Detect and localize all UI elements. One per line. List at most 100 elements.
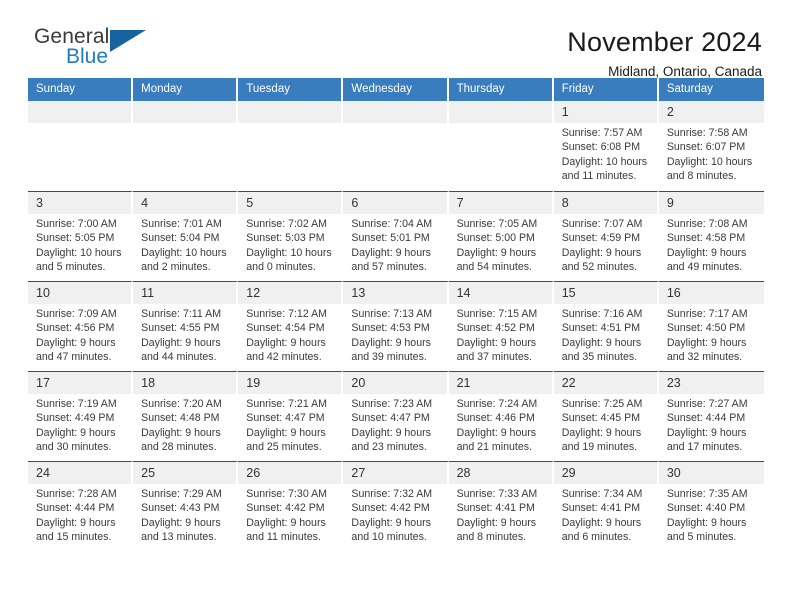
calendar-day-cell[interactable]: 10 Sunrise: 7:09 AM Sunset: 4:56 PM Dayligh… [28,281,134,371]
calendar-day-cell[interactable]: 5 Sunrise: 7:02 AM Sunset: 5:03 PM Daylight… [238,191,344,281]
detail-daylight-line2: and 42 minutes. [246,351,322,364]
calendar-day-cell[interactable]: 23 Sunrise: 7:27 AM Sunset: 4:44 PM Dayligh… [658,371,764,461]
day-number: 21 [448,372,552,394]
day-number: 27 [343,462,447,484]
detail-sunrise: Sunrise: 7:33 AM [456,488,538,500]
day-details: Sunrise: 7:04 AM Sunset: 5:01 PM Daylight:… [343,214,446,275]
detail-sunrise: Sunrise: 7:17 AM [666,308,748,320]
day-number: 29 [553,462,657,484]
day-cell-inner: 30 Sunrise: 7:35 AM Sunset: 4:40 PM Dayligh… [658,462,764,551]
detail-sunset: Sunset: 4:55 PM [141,322,220,335]
detail-daylight-line2: and 23 minutes. [351,441,427,454]
calendar-day-cell[interactable]: 3 Sunrise: 7:00 AM Sunset: 5:05 PM Daylight… [28,191,134,281]
calendar-day-cell[interactable]: 17 Sunrise: 7:19 AM Sunset: 4:49 PM Dayligh… [28,371,134,461]
day-cell-inner: 19 Sunrise: 7:21 AM Sunset: 4:47 PM Dayligh… [238,372,342,461]
calendar-day-cell[interactable]: 26 Sunrise: 7:30 AM Sunset: 4:42 PM Dayligh… [238,461,344,551]
calendar-day-cell[interactable]: 12 Sunrise: 7:12 AM Sunset: 4:54 PM Dayligh… [238,281,344,371]
detail-daylight-line2: and 32 minutes. [666,351,743,364]
day-cell-inner: 28 Sunrise: 7:33 AM Sunset: 4:41 PM Dayligh… [448,462,552,551]
calendar-day-cell[interactable]: 16 Sunrise: 7:17 AM Sunset: 4:50 PM Dayligh… [658,281,764,371]
detail-daylight-line1: Daylight: 10 hours [561,155,648,168]
detail-sunset: Sunset: 5:04 PM [141,232,220,245]
detail-sunrise: Sunrise: 7:11 AM [141,308,222,320]
calendar-day-cell[interactable]: 7 Sunrise: 7:05 AM Sunset: 5:00 PM Daylight… [448,191,554,281]
brand-logo[interactable]: General Blue [28,26,178,78]
weekday-wednesday: Wednesday [343,78,449,101]
calendar-day-cell[interactable]: 13 Sunrise: 7:13 AM Sunset: 4:53 PM Dayligh… [343,281,449,371]
detail-daylight-line1: Daylight: 9 hours [141,426,221,439]
calendar-day-cell[interactable]: 18 Sunrise: 7:20 AM Sunset: 4:48 PM Dayligh… [133,371,239,461]
detail-sunrise: Sunrise: 7:12 AM [246,308,327,320]
day-number: 12 [238,282,342,304]
day-details: Sunrise: 7:13 AM Sunset: 4:53 PM Daylight:… [343,304,446,365]
calendar-day-cell[interactable]: 21 Sunrise: 7:24 AM Sunset: 4:46 PM Dayligh… [448,371,554,461]
detail-sunset: Sunset: 4:53 PM [351,322,430,335]
calendar-day-cell[interactable]: 15 Sunrise: 7:16 AM Sunset: 4:51 PM Dayligh… [553,281,659,371]
title-block: November 2024 Midland, Ontario, Canada [567,26,764,82]
detail-sunrise: Sunrise: 7:15 AM [456,308,538,320]
day-details: Sunrise: 7:05 AM Sunset: 5:00 PM Daylight:… [449,214,552,275]
detail-sunset: Sunset: 4:44 PM [666,412,746,425]
calendar-day-cell[interactable]: 2 Sunrise: 7:58 AM Sunset: 6:07 PM Daylight… [658,101,764,191]
calendar-day-cell[interactable]: 19 Sunrise: 7:21 AM Sunset: 4:47 PM Dayligh… [238,371,344,461]
day-details: Sunrise: 7:02 AM Sunset: 5:03 PM Daylight:… [238,214,341,275]
detail-daylight-line2: and 2 minutes. [141,261,211,274]
detail-sunrise: Sunrise: 7:27 AM [666,398,748,410]
detail-sunset: Sunset: 5:05 PM [36,232,115,245]
calendar-day-cell[interactable]: 9 Sunrise: 7:08 AM Sunset: 4:58 PM Daylight… [658,191,764,281]
day-cell-inner: 22 Sunrise: 7:25 AM Sunset: 4:45 PM Dayligh… [553,372,657,461]
detail-daylight-line2: and 44 minutes. [141,351,217,364]
page-header: General Blue November 2024 Midland, Onta… [28,0,764,80]
day-cell-inner: 2 Sunrise: 7:58 AM Sunset: 6:07 PM Daylight… [658,101,764,191]
calendar-day-cell[interactable]: 22 Sunrise: 7:25 AM Sunset: 4:45 PM Dayligh… [553,371,659,461]
detail-daylight-line1: Daylight: 9 hours [456,516,537,529]
detail-sunset: Sunset: 4:47 PM [246,412,325,425]
detail-daylight-line1: Daylight: 9 hours [246,336,326,349]
day-details: Sunrise: 7:08 AM Sunset: 4:58 PM Daylight:… [659,214,764,275]
detail-daylight-line2: and 47 minutes. [36,351,112,364]
detail-sunset: Sunset: 4:52 PM [456,322,535,335]
detail-sunset: Sunset: 4:54 PM [246,322,325,335]
detail-daylight-line1: Daylight: 9 hours [561,426,642,439]
day-number [28,101,132,123]
detail-daylight-line2: and 21 minutes. [456,441,532,454]
day-details: Sunrise: 7:57 AM Sunset: 6:08 PM Daylight:… [554,123,657,184]
day-details: Sunrise: 7:34 AM Sunset: 4:41 PM Daylight:… [554,484,657,545]
detail-daylight-line2: and 30 minutes. [36,441,112,454]
calendar-day-cell[interactable]: 20 Sunrise: 7:23 AM Sunset: 4:47 PM Dayligh… [343,371,449,461]
day-details: Sunrise: 7:20 AM Sunset: 4:48 PM Daylight:… [133,394,236,455]
calendar-day-cell[interactable]: 8 Sunrise: 7:07 AM Sunset: 4:59 PM Daylight… [553,191,659,281]
day-number: 26 [238,462,342,484]
calendar-day-cell[interactable]: 14 Sunrise: 7:15 AM Sunset: 4:52 PM Dayligh… [448,281,554,371]
day-number: 28 [448,462,552,484]
day-number: 11 [133,282,237,304]
detail-daylight-line2: and 5 minutes. [36,261,106,274]
detail-sunrise: Sunrise: 7:02 AM [246,218,327,230]
calendar-day-cell[interactable]: 25 Sunrise: 7:29 AM Sunset: 4:43 PM Dayligh… [133,461,239,551]
day-number: 18 [133,372,237,394]
triangle-icon [110,30,146,52]
detail-daylight-line1: Daylight: 9 hours [666,246,747,259]
calendar-day-cell[interactable]: 4 Sunrise: 7:01 AM Sunset: 5:04 PM Daylight… [133,191,239,281]
calendar-week-row: 3 Sunrise: 7:00 AM Sunset: 5:05 PM Daylight… [28,191,764,281]
calendar-day-cell[interactable]: 29 Sunrise: 7:34 AM Sunset: 4:41 PM Dayligh… [553,461,659,551]
calendar-day-cell[interactable]: 11 Sunrise: 7:11 AM Sunset: 4:55 PM Dayligh… [133,281,239,371]
detail-daylight-line1: Daylight: 9 hours [666,336,747,349]
day-number: 10 [28,282,132,304]
detail-sunrise: Sunrise: 7:32 AM [351,488,433,500]
calendar-day-cell[interactable]: 27 Sunrise: 7:32 AM Sunset: 4:42 PM Dayligh… [343,461,449,551]
detail-sunset: Sunset: 4:51 PM [561,322,641,335]
calendar-day-cell[interactable]: 1 Sunrise: 7:57 AM Sunset: 6:08 PM Daylight… [553,101,659,191]
calendar-day-cell[interactable]: 24 Sunrise: 7:28 AM Sunset: 4:44 PM Dayligh… [28,461,134,551]
detail-daylight-line1: Daylight: 9 hours [141,336,221,349]
calendar-day-cell[interactable]: 28 Sunrise: 7:33 AM Sunset: 4:41 PM Dayligh… [448,461,554,551]
day-details: Sunrise: 7:23 AM Sunset: 4:47 PM Daylight:… [343,394,446,455]
day-cell-inner: 1 Sunrise: 7:57 AM Sunset: 6:08 PM Daylight… [553,101,657,191]
detail-sunrise: Sunrise: 7:09 AM [36,308,117,320]
day-number: 20 [343,372,447,394]
day-cell-inner: 17 Sunrise: 7:19 AM Sunset: 4:49 PM Dayligh… [28,372,132,461]
calendar-day-cell[interactable]: 6 Sunrise: 7:04 AM Sunset: 5:01 PM Daylight… [343,191,449,281]
detail-sunrise: Sunrise: 7:35 AM [666,488,748,500]
detail-daylight-line1: Daylight: 10 hours [141,246,227,259]
calendar-day-cell[interactable]: 30 Sunrise: 7:35 AM Sunset: 4:40 PM Dayligh… [658,461,764,551]
